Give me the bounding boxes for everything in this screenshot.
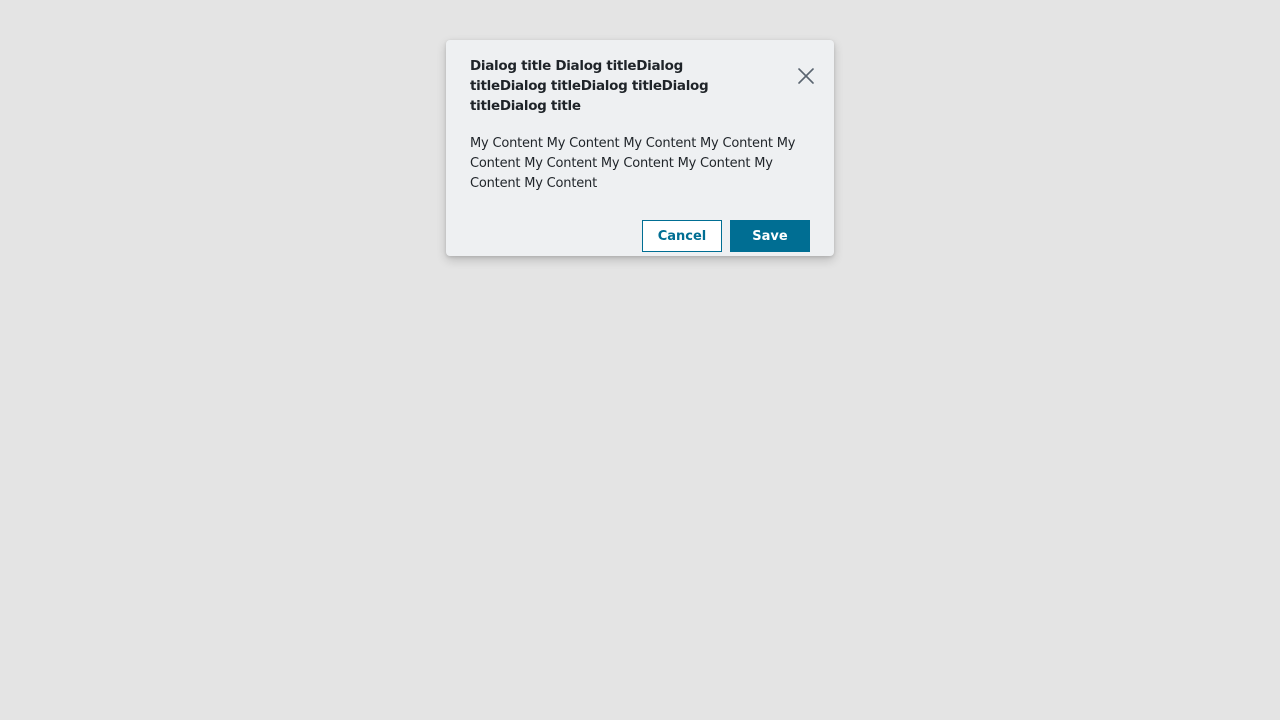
close-button[interactable] — [794, 64, 818, 88]
dialog-content: My Content My Content My Content My Cont… — [470, 136, 796, 191]
close-icon — [798, 68, 814, 84]
cancel-button[interactable]: Cancel — [642, 220, 722, 252]
save-button[interactable]: Save — [730, 220, 810, 252]
dialog-title: Dialog title Dialog titleDialog titleDia… — [470, 58, 709, 114]
dialog-header: Dialog title Dialog titleDialog titleDia… — [470, 56, 814, 116]
dialog-footer: Cancel Save — [470, 220, 810, 252]
dialog: Dialog title Dialog titleDialog titleDia… — [446, 40, 834, 256]
